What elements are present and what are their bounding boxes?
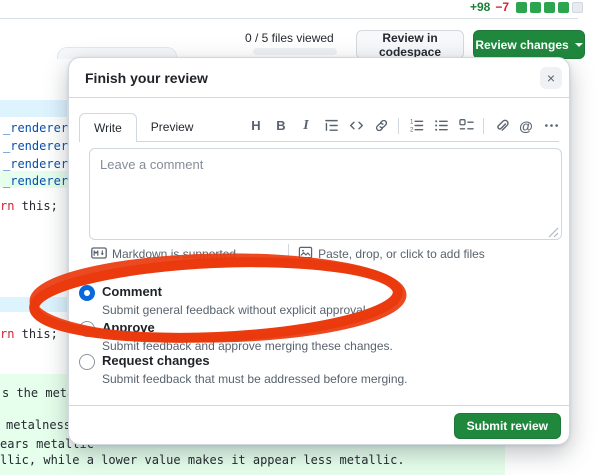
svg-text:1: 1 — [409, 119, 413, 126]
pr-review-screen: +98 −7 0 / 5 files viewed Review in code… — [0, 0, 602, 475]
review-changes-button[interactable]: Review changes — [473, 30, 585, 59]
files-viewed-progressbar — [253, 48, 337, 55]
paperclip-icon[interactable] — [493, 118, 509, 134]
bullet-list-icon[interactable] — [433, 118, 449, 134]
markdown-toolbar: H B I 12 — [248, 118, 559, 137]
review-in-codespace-button[interactable]: Review in codespace — [356, 30, 464, 59]
diffstat-square — [558, 2, 569, 13]
markdown-icon — [91, 245, 107, 264]
bold-icon[interactable]: B — [273, 118, 289, 134]
diff-comment-row-highlight — [0, 100, 67, 117]
radio-approve[interactable] — [79, 321, 95, 337]
image-attach-icon — [298, 245, 313, 263]
option-comment[interactable]: Comment Submit general feedback without … — [79, 284, 553, 318]
radio-comment-selected[interactable] — [79, 285, 95, 301]
files-viewed-label: 0 / 5 files viewed — [245, 31, 334, 45]
diffstat-square — [544, 2, 555, 13]
code-line: rn this; — [0, 327, 58, 341]
option-label: Approve — [102, 320, 393, 336]
comment-textarea[interactable] — [89, 148, 562, 240]
svg-text:2: 2 — [409, 127, 413, 133]
option-description: Submit general feedback without explicit… — [102, 303, 369, 318]
dropdown-caret-icon — [575, 43, 583, 47]
option-label: Request changes — [102, 353, 408, 369]
diffstat-square — [572, 2, 583, 13]
code-icon[interactable] — [348, 118, 364, 134]
markdown-supported-link[interactable]: Markdown is supported — [91, 245, 236, 264]
code-line: llic, while a lower value makes it appea… — [0, 453, 405, 467]
diffstat-square — [530, 2, 541, 13]
dialog-header: Finish your review × — [69, 58, 569, 98]
diff-comment-row-highlight — [0, 297, 67, 312]
tab-write[interactable]: Write — [79, 113, 137, 142]
radio-request-changes[interactable] — [79, 354, 95, 370]
task-list-icon[interactable] — [458, 118, 474, 134]
attach-files-button[interactable]: Paste, drop, or click to add files — [298, 245, 485, 263]
header-divider — [0, 18, 578, 19]
toolbar-divider — [483, 118, 484, 134]
option-description: Submit feedback that must be addressed b… — [102, 372, 408, 387]
diff-stats: +98 −7 — [470, 0, 583, 14]
more-options-icon[interactable] — [543, 118, 559, 134]
finish-review-dialog: Finish your review × Write Preview H B I — [68, 57, 570, 445]
code-line: rn this; — [0, 199, 58, 213]
toolbar-divider — [398, 118, 399, 134]
option-approve[interactable]: Approve Submit feedback and approve merg… — [79, 320, 553, 354]
link-icon[interactable] — [373, 118, 389, 134]
diff-added-block-bg — [0, 374, 67, 445]
option-description: Submit feedback and approve merging thes… — [102, 339, 393, 354]
option-request-changes[interactable]: Request changes Submit feedback that mus… — [79, 353, 553, 387]
footer-divider — [69, 405, 569, 406]
dialog-title: Finish your review — [85, 70, 208, 86]
mention-icon[interactable]: @ — [518, 118, 534, 134]
hints-divider — [288, 244, 289, 264]
diffstat-square — [516, 2, 527, 13]
editor-tabs: Write Preview H B I 12 — [79, 113, 559, 142]
heading-icon[interactable]: H — [248, 118, 264, 134]
editor-hints: Markdown is supported Paste, drop, or cl… — [91, 245, 485, 263]
option-label: Comment — [102, 284, 369, 300]
additions-count: +98 — [470, 0, 490, 14]
close-icon: × — [547, 70, 555, 86]
italic-icon[interactable]: I — [298, 118, 314, 134]
submit-review-button[interactable]: Submit review — [454, 413, 561, 439]
quote-icon[interactable] — [323, 118, 339, 134]
tab-preview[interactable]: Preview — [137, 113, 208, 141]
close-button[interactable]: × — [540, 67, 562, 89]
numbered-list-icon[interactable]: 12 — [408, 118, 424, 134]
deletions-count: −7 — [495, 0, 509, 14]
